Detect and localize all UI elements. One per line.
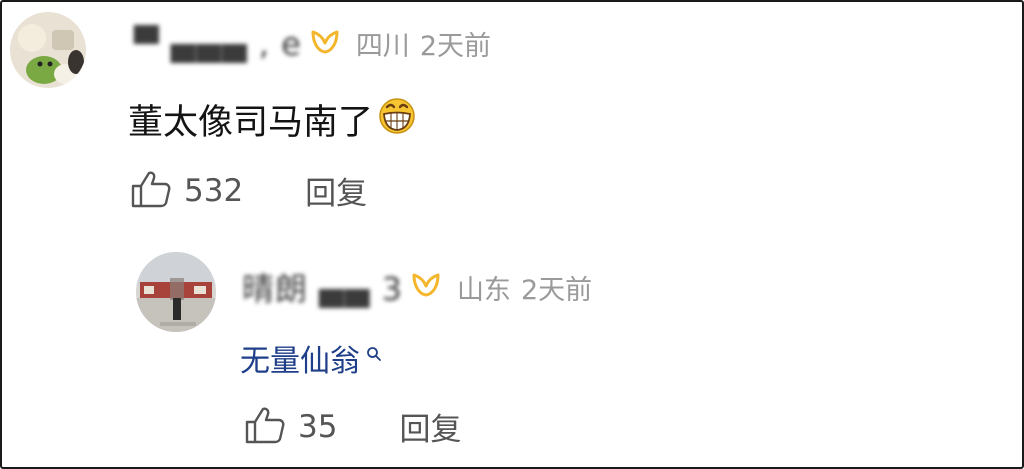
comment-body: 董太像司马南了 [128,103,374,143]
comment-location: 四川 [355,31,410,62]
comment-panel: ▀ ▄▄▄ , e 四川 2天前 董太像司马南了 532 回复 晴朗 ▄▄ 3 … [0,0,1024,469]
like-button[interactable]: 532 [130,169,243,213]
comment-actions: 532 回复 [130,168,367,213]
username[interactable]: ▀ ▄▄▄ , e [134,25,302,63]
reply-button[interactable]: 回复 [399,404,461,449]
comment-location: 山东 [456,274,511,306]
search-icon[interactable] [366,331,382,371]
comment-time: 2天前 [520,274,593,306]
avatar[interactable] [10,12,86,88]
like-count: 35 [298,408,338,445]
comment-text: 董太像司马南了 [128,94,417,145]
comment-time: 2天前 [419,31,491,62]
like-count: 532 [184,172,244,209]
comment-actions: 35 回复 [244,404,461,449]
grinning-face-emoji-icon [377,95,417,144]
username[interactable]: 晴朗 ▄▄ 3 [242,264,403,310]
comment-header: 晴朗 ▄▄ 3 山东 2天前 [242,264,592,310]
avatar[interactable] [136,252,216,332]
topic-link[interactable]: 无量仙翁 [240,336,360,380]
vip-badge-icon [411,272,441,302]
comment-header: ▀ ▄▄▄ , e 四川 2天前 [134,24,491,63]
reply-button[interactable]: 回复 [305,168,367,213]
like-button[interactable]: 35 [244,405,337,449]
vip-badge-icon [310,29,340,59]
thumbs-up-icon [244,405,286,449]
thumbs-up-icon [130,169,172,213]
comment-text: 无量仙翁 [240,336,382,380]
